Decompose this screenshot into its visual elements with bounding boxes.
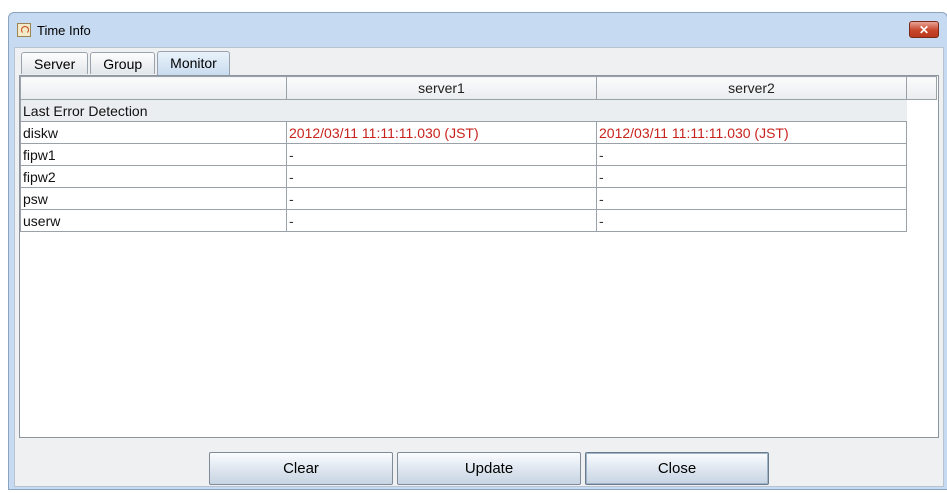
server2-value: - <box>596 165 907 188</box>
table-row[interactable]: psw - - <box>20 187 937 210</box>
header-corner <box>906 76 937 100</box>
group-label: Last Error Detection <box>20 99 907 122</box>
server1-value: - <box>286 187 597 210</box>
server1-value: - <box>286 209 597 232</box>
table-header-row: server1 server2 <box>20 76 937 100</box>
button-bar: Clear Update Close <box>15 446 945 486</box>
server1-value: 2012/03/11 11:11:11.030 (JST) <box>286 121 597 144</box>
monitor-name: diskw <box>20 121 287 144</box>
server2-value: - <box>596 209 907 232</box>
close-button[interactable]: Close <box>585 452 769 485</box>
update-button[interactable]: Update <box>397 452 581 485</box>
table-row[interactable]: userw - - <box>20 209 937 232</box>
server2-value: - <box>596 187 907 210</box>
table-row[interactable]: fipw1 - - <box>20 143 937 166</box>
monitor-name: fipw2 <box>20 165 287 188</box>
column-header-server1[interactable]: server1 <box>286 76 597 100</box>
server2-value: - <box>596 143 907 166</box>
server2-value: 2012/03/11 11:11:11.030 (JST) <box>596 121 907 144</box>
window-title: Time Info <box>37 23 91 38</box>
monitor-name: userw <box>20 209 287 232</box>
table-row[interactable]: fipw2 - - <box>20 165 937 188</box>
time-info-table: server1 server2 Last Error Detection dis… <box>20 76 937 232</box>
table-row[interactable]: diskw 2012/03/11 11:11:11.030 (JST) 2012… <box>20 121 937 144</box>
title-bar: Time Info ✕ <box>9 13 947 47</box>
clear-button[interactable]: Clear <box>209 452 393 485</box>
column-header-server2[interactable]: server2 <box>596 76 907 100</box>
tab-strip: Server Group Monitor <box>21 51 232 75</box>
group-row-last-error-detection: Last Error Detection <box>20 99 937 122</box>
monitor-name: fipw1 <box>20 143 287 166</box>
tab-monitor[interactable]: Monitor <box>157 51 230 75</box>
tab-group[interactable]: Group <box>90 52 156 74</box>
monitor-name: psw <box>20 187 287 210</box>
server1-value: - <box>286 143 597 166</box>
content-area: Server Group Monitor server1 server2 Las… <box>14 47 944 487</box>
java-cup-icon <box>17 23 31 37</box>
window-close-button[interactable]: ✕ <box>909 21 939 38</box>
monitor-table-panel[interactable]: server1 server2 Last Error Detection dis… <box>19 75 939 438</box>
column-header-name[interactable] <box>20 76 287 100</box>
tab-server[interactable]: Server <box>21 52 89 74</box>
time-info-window: Time Info ✕ Server Group Monitor server1 <box>8 12 947 490</box>
server1-value: - <box>286 165 597 188</box>
